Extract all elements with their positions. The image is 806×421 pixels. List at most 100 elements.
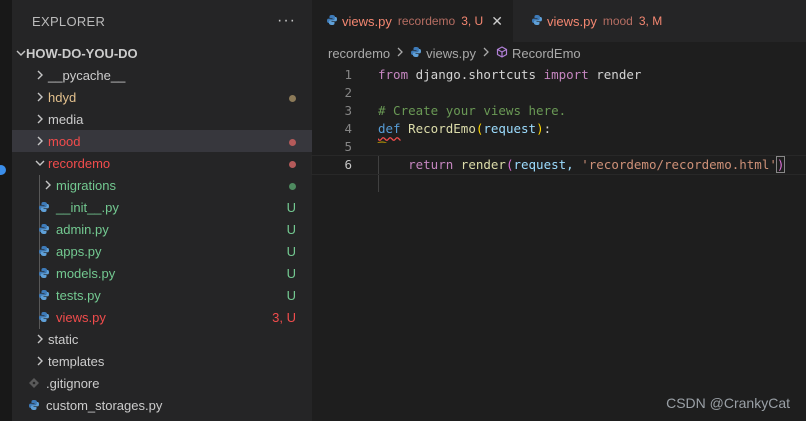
line-number: 4 (344, 121, 352, 136)
tab-filename: views.py (342, 13, 392, 29)
chevron-right-icon (482, 46, 490, 60)
tree-item-label: .gitignore (46, 375, 100, 391)
tree-item-models-py[interactable]: models.py U (12, 262, 312, 284)
error-dot (289, 156, 296, 171)
tree-item-pycache[interactable]: __pycache__ (12, 64, 312, 86)
git-status-badge: U (286, 199, 296, 215)
token-function: render (453, 157, 506, 172)
tree-item-mood[interactable]: mood (12, 130, 312, 152)
line-number: 2 (344, 85, 352, 100)
tree-item-static[interactable]: static (12, 328, 312, 350)
token-keyword: import (543, 67, 589, 82)
editor-tabs: views.py recordemo 3, U ✕ views.py mood … (312, 0, 806, 42)
explorer-header: EXPLORER ··· (12, 0, 312, 42)
token-function: RecordEmo (408, 121, 476, 136)
file-tree: __pycache__ hdyd media mood recordemo mi… (12, 64, 312, 416)
tree-item-label: hdyd (48, 89, 77, 105)
tree-item-apps-py[interactable]: apps.py U (12, 240, 312, 262)
python-icon (326, 14, 338, 29)
chevron-right-icon (32, 136, 48, 146)
token-module: django.shortcuts (408, 67, 544, 82)
chevron-right-icon (32, 114, 48, 124)
tree-item-label: tests.py (56, 287, 101, 303)
breadcrumb-folder[interactable]: recordemo (328, 46, 390, 61)
activity-bar-edge (0, 0, 12, 421)
python-icon (26, 399, 42, 411)
python-icon (36, 223, 52, 235)
tree-item-tests-py[interactable]: tests.py U (12, 284, 312, 306)
tree-item-label: media (48, 111, 84, 127)
tree-item-label: __pycache__ (48, 67, 126, 83)
tree-item-recordemo[interactable]: recordemo (12, 152, 312, 174)
chevron-down-icon (16, 46, 26, 61)
token-bracket: ) (536, 121, 544, 136)
untracked-dot (289, 178, 296, 193)
workspace-root[interactable]: HOW-DO-YOU-DO (12, 42, 312, 64)
breadcrumb-file[interactable]: views.py (426, 46, 476, 61)
tree-item-label: static (48, 331, 79, 347)
tree-item-admin-py[interactable]: admin.py U (12, 218, 312, 240)
tree-item-templates[interactable]: templates (12, 350, 312, 372)
tree-item-migrations[interactable]: migrations (12, 174, 312, 196)
tree-item-gitignore[interactable]: .gitignore (12, 372, 312, 394)
chevron-right-icon (40, 180, 56, 190)
tree-item-init-py[interactable]: __init__.py U (12, 196, 312, 218)
python-icon (531, 14, 543, 29)
symbol-method-icon (496, 45, 508, 61)
explorer-title: EXPLORER (32, 13, 106, 29)
python-icon (36, 311, 52, 323)
code-line[interactable]: 4 def RecordEmo(request): (312, 120, 806, 138)
git-status-badge: 3, U (272, 309, 296, 325)
python-icon (410, 46, 422, 61)
breadcrumb-symbol[interactable]: RecordEmo (512, 46, 581, 61)
tree-item-label: models.py (56, 265, 116, 281)
token-string: 'recordemo/recordemo.html' (581, 157, 777, 172)
token-bracket: ) (775, 156, 786, 173)
git-icon (26, 377, 42, 389)
tree-item-views-py[interactable]: views.py 3, U (12, 306, 312, 328)
tree-item-media[interactable]: media (12, 108, 312, 130)
tree-item-label: recordemo (48, 155, 111, 171)
line-number: 1 (344, 67, 352, 82)
tab-description: mood (602, 14, 633, 28)
watermark-text: CSDN @CrankyCat (666, 395, 790, 411)
line-number: 3 (344, 103, 352, 118)
python-icon (36, 245, 52, 257)
tab-filename: views.py (546, 13, 597, 29)
tree-item-hdyd[interactable]: hdyd (12, 86, 312, 108)
tree-item-custom-storages-py[interactable]: custom_storages.py (12, 394, 312, 416)
code-editor[interactable]: 1 from django.shortcuts import render 2 … (311, 66, 806, 192)
modified-dot (289, 90, 296, 105)
more-actions-button[interactable]: ··· (277, 12, 296, 30)
tab-status: 3, M (638, 14, 663, 28)
code-line[interactable]: 1 from django.shortcuts import render (312, 66, 806, 84)
python-icon (36, 289, 52, 301)
explorer-sidebar: EXPLORER ··· HOW-DO-YOU-DO __pycache__ h… (12, 0, 312, 421)
notification-badge[interactable] (0, 165, 6, 175)
line-number: 6 (344, 157, 352, 172)
chevron-right-icon (32, 92, 48, 102)
git-status-badge: U (286, 265, 296, 281)
tree-item-label: apps.py (56, 243, 102, 259)
code-line[interactable]: 2 (312, 84, 806, 102)
line-number: 5 (344, 139, 352, 154)
tree-item-label: mood (48, 133, 81, 149)
code-line[interactable]: 3 # Create your views here. (312, 102, 806, 120)
token-argument: request, (513, 157, 582, 172)
token-name: render (588, 67, 642, 82)
code-line-current[interactable]: 6 return render(request, 'recordemo/reco… (311, 155, 806, 175)
editor-area: views.py recordemo 3, U ✕ views.py mood … (311, 0, 806, 421)
token-keyword: from (378, 67, 409, 82)
chevron-right-icon (32, 70, 48, 80)
tab-description: recordemo (397, 14, 456, 28)
tab-views-recordemo[interactable]: views.py recordemo 3, U ✕ (312, 0, 513, 42)
tab-views-mood[interactable]: views.py mood 3, M (513, 0, 672, 42)
tree-item-label: admin.py (56, 221, 109, 237)
chevron-right-icon (32, 334, 48, 344)
close-icon[interactable]: ✕ (491, 13, 503, 30)
git-status-badge: U (286, 243, 296, 259)
tab-status: 3, U (461, 14, 484, 28)
code-line[interactable]: 5 ⁀ (312, 138, 806, 156)
breadcrumb: recordemo views.py RecordEmo (312, 42, 806, 64)
